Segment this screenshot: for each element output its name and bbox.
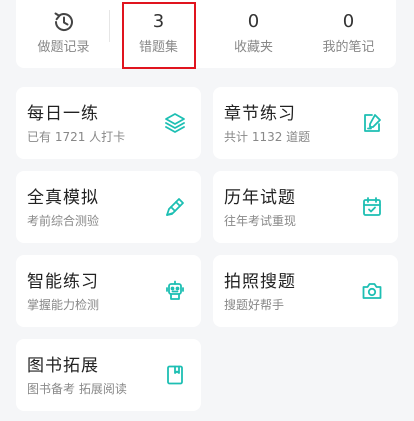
tile-title: 每日一练 [27,104,99,124]
pencil-eraser-icon [163,195,187,219]
tile-book-extension[interactable]: 图书拓展 图书备考 拓展阅读 [16,339,201,411]
favorites-label: 收藏夹 [233,40,273,55]
favorites-count: 0 [247,11,260,32]
tile-chapter-practice[interactable]: 章节练习 共计 1132 道题 [213,87,398,159]
tile-smart-practice[interactable]: 智能练习 掌握能力检测 [16,255,201,327]
stats-card: 做题记录 3 错题集 0 收藏夹 0 我的笔记 [16,0,396,68]
tile-title: 智能练习 [27,272,99,292]
tile-subtitle: 共计 1132 道题 [224,130,311,144]
my-notes-button[interactable]: 0 我的笔记 [301,0,396,68]
tile-title: 拍照搜题 [224,272,296,292]
my-notes-count: 0 [342,11,355,32]
book-icon [163,363,187,387]
edit-note-icon [360,111,384,135]
tile-subtitle: 考前综合测验 [27,214,100,228]
stats-divider [109,10,110,42]
tile-daily-practice[interactable]: 每日一练 已有 1721 人打卡 [16,87,201,159]
tile-title: 章节练习 [224,104,296,124]
tile-photo-search[interactable]: 拍照搜题 搜题好帮手 [213,255,398,327]
my-notes-label: 我的笔记 [322,40,375,55]
highlight-box [122,2,196,69]
history-clock-icon [54,12,73,31]
tile-subtitle: 往年考试重现 [224,214,297,228]
tile-subtitle: 图书备考 拓展阅读 [27,382,127,396]
tile-subtitle: 掌握能力检测 [27,298,100,312]
tile-title: 图书拓展 [27,356,99,376]
practice-record-label: 做题记录 [37,40,90,55]
favorites-button[interactable]: 0 收藏夹 [206,0,301,68]
tile-subtitle: 搜题好帮手 [224,298,285,312]
tile-mock-exam[interactable]: 全真模拟 考前综合测验 [16,171,201,243]
tile-title: 历年试题 [224,188,296,208]
camera-icon [360,279,384,303]
tile-subtitle: 已有 1721 人打卡 [27,130,126,144]
calendar-check-icon [360,195,384,219]
practice-record-button[interactable]: 做题记录 [16,0,111,68]
robot-icon [163,279,187,303]
tile-past-exams[interactable]: 历年试题 往年考试重现 [213,171,398,243]
tile-title: 全真模拟 [27,188,99,208]
layers-icon [163,111,187,135]
